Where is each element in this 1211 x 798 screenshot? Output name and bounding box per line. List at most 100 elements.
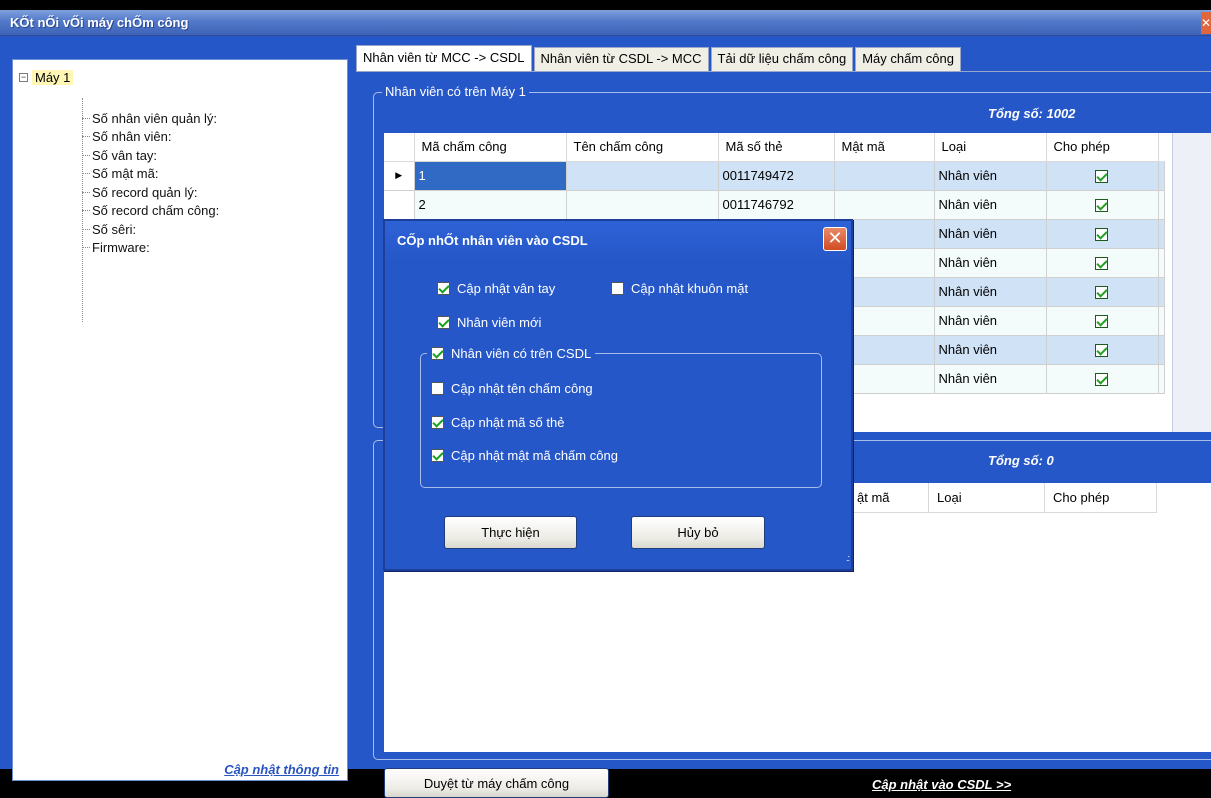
cell-password[interactable]: [834, 190, 935, 220]
cell-type[interactable]: Nhân viên: [934, 248, 1047, 278]
tree-item-firmware[interactable]: Firmware:: [82, 238, 150, 256]
update-fingerprint-checkbox[interactable]: Cập nhật vân tay: [437, 281, 555, 296]
col-divider: [1044, 483, 1045, 513]
checkbox-icon[interactable]: [437, 282, 450, 295]
checkbox-icon[interactable]: [437, 316, 450, 329]
col-header-allow[interactable]: Cho phép: [1053, 490, 1109, 505]
cancel-button[interactable]: Hủy bỏ: [631, 516, 765, 549]
col-header-type[interactable]: Loại: [934, 133, 1047, 162]
cell-type[interactable]: Nhân viên: [934, 219, 1047, 249]
table-row[interactable]: ▶ 1 0011749472 Nhân viên: [384, 161, 1165, 191]
left-panel-footer: Cập nhật thông tin: [13, 754, 347, 780]
tree-root-node[interactable]: − Máy 1: [19, 70, 74, 85]
tab-bar: Nhân viên từ MCC -> CSDL Nhân viên từ CS…: [356, 45, 963, 71]
checkbox-icon[interactable]: [611, 282, 624, 295]
allow-checkbox-icon[interactable]: [1095, 344, 1108, 358]
cell-card[interactable]: 0011746792: [718, 190, 835, 220]
tree-item-label: Số nhân viên quản lý:: [92, 110, 218, 126]
tab-devices[interactable]: Máy chấm công: [855, 47, 961, 71]
checkbox-label: Nhân viên mới: [457, 315, 542, 330]
col-divider: [928, 483, 929, 513]
allow-checkbox-icon[interactable]: [1095, 373, 1108, 387]
title-bar[interactable]: KŐt nŐi vŐi máy chŐm công ✕: [0, 10, 1211, 36]
cell-type[interactable]: Nhân viên: [934, 306, 1047, 336]
tree-item-employees[interactable]: Số nhân viên:: [82, 127, 172, 145]
device-tree[interactable]: − Máy 1 Số nhân viên quản lý: Số nhân vi…: [13, 60, 347, 752]
tab-db-to-mcc[interactable]: Nhân viên từ CSDL -> MCC: [533, 47, 709, 71]
checkbox-icon[interactable]: [431, 449, 444, 462]
allow-checkbox-icon[interactable]: [1095, 257, 1108, 271]
tree-item-manager-records[interactable]: Số record quản lý:: [82, 183, 198, 201]
tree-item-attendance-records[interactable]: Số record chấm công:: [82, 201, 219, 219]
cell-type[interactable]: Nhân viên: [934, 190, 1047, 220]
device-info-panel: − Máy 1 Số nhân viên quản lý: Số nhân vi…: [12, 59, 348, 781]
cell-allow[interactable]: [1046, 335, 1159, 365]
checkbox-icon[interactable]: [431, 347, 444, 360]
allow-checkbox-icon[interactable]: [1095, 315, 1108, 329]
cell-empty: [1158, 190, 1165, 220]
cell-allow[interactable]: [1046, 277, 1159, 307]
db-total-count: Tổng số: 0: [988, 453, 1054, 468]
col-header-type[interactable]: Loại: [937, 490, 962, 505]
tree-root-label[interactable]: Máy 1: [32, 70, 74, 85]
checkbox-label: Nhân viên có trên CSDL: [451, 346, 592, 361]
cell-type[interactable]: Nhân viên: [934, 364, 1047, 394]
cell-type[interactable]: Nhân viên: [934, 277, 1047, 307]
tree-item-serial[interactable]: Số sêri:: [82, 220, 136, 238]
cell-card[interactable]: 0011749472: [718, 161, 835, 191]
tree-item-fingerprints[interactable]: Số vân tay:: [82, 146, 157, 164]
existing-employee-checkbox[interactable]: Nhân viên có trên CSDL: [427, 346, 596, 361]
row-header[interactable]: [384, 190, 415, 220]
checkbox-icon[interactable]: [431, 416, 444, 429]
tree-item-label: Số vân tay:: [92, 147, 158, 163]
cell-empty: [1158, 277, 1165, 307]
dialog-title: CŐp nhŐt nhân viên vào CSDL: [397, 233, 588, 248]
tree-item-managers[interactable]: Số nhân viên quản lý:: [82, 109, 217, 127]
cell-id[interactable]: 1: [414, 161, 567, 191]
resize-grip-icon[interactable]: .:: [837, 554, 850, 567]
cell-allow[interactable]: [1046, 364, 1159, 394]
cell-id[interactable]: 2: [414, 190, 567, 220]
table-scrollbar[interactable]: [1172, 133, 1211, 432]
allow-checkbox-icon[interactable]: [1095, 286, 1108, 300]
execute-button[interactable]: Thực hiện: [444, 516, 577, 549]
tab-mcc-to-db[interactable]: Nhân viên từ MCC -> CSDL: [356, 45, 532, 71]
cell-name[interactable]: [566, 161, 719, 191]
browse-device-button[interactable]: Duyệt từ máy chấm công: [384, 768, 609, 798]
cell-type[interactable]: Nhân viên: [934, 335, 1047, 365]
cell-allow[interactable]: [1046, 161, 1159, 191]
update-face-checkbox[interactable]: Cập nhật khuôn mặt: [611, 281, 748, 296]
allow-checkbox-icon[interactable]: [1095, 228, 1108, 242]
collapse-icon[interactable]: −: [19, 73, 28, 82]
cell-allow[interactable]: [1046, 248, 1159, 278]
col-header-allow[interactable]: Cho phép: [1046, 133, 1159, 162]
update-password-checkbox[interactable]: Cập nhật mật mã chấm công: [431, 448, 618, 463]
col-header-name[interactable]: Tên chấm công: [566, 133, 719, 162]
checkbox-icon[interactable]: [431, 382, 444, 395]
cell-allow[interactable]: [1046, 190, 1159, 220]
checkbox-label: Cập nhật tên chấm công: [451, 381, 593, 396]
table-row[interactable]: 2 0011746792 Nhân viên: [384, 190, 1165, 220]
window-close-icon[interactable]: ✕: [1201, 12, 1211, 34]
col-header-card[interactable]: Mã số thẻ: [718, 133, 835, 162]
dialog-title-bar[interactable]: CŐp nhŐt nhân viên vào CSDL ✕: [385, 221, 851, 261]
allow-checkbox-icon[interactable]: [1095, 199, 1108, 213]
dialog-close-icon[interactable]: ✕: [823, 227, 847, 251]
update-card-checkbox[interactable]: Cập nhật mã số thẻ: [431, 415, 564, 430]
update-name-checkbox[interactable]: Cập nhật tên chấm công: [431, 381, 593, 396]
tab-download-attendance[interactable]: Tải dữ liệu chấm công: [710, 47, 854, 71]
new-employee-checkbox[interactable]: Nhân viên mới: [437, 315, 541, 330]
current-row-indicator-icon[interactable]: ▶: [384, 161, 415, 191]
cell-type[interactable]: Nhân viên: [934, 161, 1047, 191]
col-header-password[interactable]: Mật mã: [834, 133, 935, 162]
cell-allow[interactable]: [1046, 306, 1159, 336]
col-header-password[interactable]: ật mã: [857, 490, 890, 505]
col-header-id[interactable]: Mã chấm công: [414, 133, 567, 162]
cell-password[interactable]: [834, 161, 935, 191]
update-info-link[interactable]: Cập nhật thông tin: [224, 762, 339, 777]
tree-item-passwords[interactable]: Số mật mã:: [82, 164, 158, 182]
cell-name[interactable]: [566, 190, 719, 220]
cell-allow[interactable]: [1046, 219, 1159, 249]
allow-checkbox-icon[interactable]: [1095, 170, 1108, 184]
update-db-link[interactable]: Cập nhật vào CSDL >>: [872, 777, 1011, 792]
